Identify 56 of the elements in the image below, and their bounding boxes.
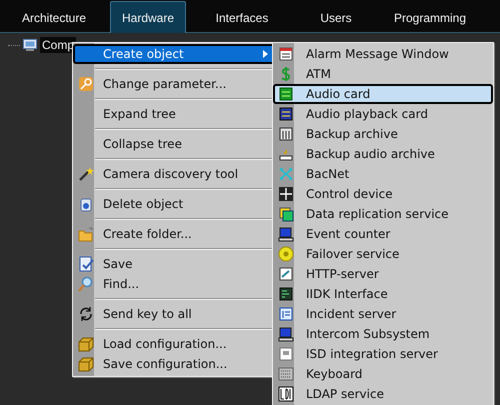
menu-item[interactable]: ATM: [273, 64, 491, 84]
box-icon: [78, 336, 94, 352]
tab[interactable]: Architecture: [16, 1, 92, 33]
list-icon: [278, 46, 294, 62]
move-icon: [278, 186, 294, 202]
keyboard-icon: [278, 366, 294, 382]
menu-item[interactable]: LDAP service: [273, 384, 491, 404]
network-icon: [278, 166, 294, 182]
menu-item[interactable]: Delete object: [73, 194, 276, 214]
refresh-icon: [78, 306, 94, 322]
menu-item[interactable]: Audio card: [273, 84, 493, 104]
menu-item[interactable]: Expand tree: [73, 104, 276, 124]
tab[interactable]: Users: [298, 1, 374, 33]
monitor-icon: [23, 39, 37, 51]
menu-item[interactable]: Control device: [273, 184, 491, 204]
search-icon: [78, 276, 94, 292]
menu-item[interactable]: Backup archive: [273, 124, 491, 144]
database-icon: [278, 206, 294, 222]
menu-item[interactable]: Keyboard: [273, 364, 491, 384]
menu-item[interactable]: IIDK Interface: [273, 284, 491, 304]
menu-item[interactable]: HTTP-server: [273, 264, 491, 284]
ldap-icon: [278, 386, 294, 402]
document-icon: [278, 266, 294, 282]
menu-item[interactable]: Camera discovery tool: [73, 164, 276, 184]
menu-item[interactable]: Change parameter...: [73, 74, 276, 94]
box-icon: [78, 356, 94, 372]
menu-item[interactable]: Backup audio archive: [273, 144, 491, 164]
document-icon: [78, 256, 94, 272]
window-icon: [278, 346, 294, 362]
tab[interactable]: Interfaces: [204, 1, 280, 33]
menu-item[interactable]: Incident server: [273, 304, 491, 324]
menu-item[interactable]: Load configuration...: [73, 334, 276, 354]
monitor-icon: [278, 326, 294, 342]
menu-item[interactable]: Audio playback card: [273, 104, 491, 124]
menu-item[interactable]: BacNet: [273, 164, 491, 184]
menu-item[interactable]: Data replication service: [273, 204, 491, 224]
menu-item[interactable]: Find...: [73, 274, 276, 294]
list-icon: [278, 306, 294, 322]
gear-icon: [278, 246, 294, 262]
menu-item[interactable]: Failover service: [273, 244, 491, 264]
menu-item[interactable]: Save configuration...: [73, 354, 276, 374]
menu-item[interactable]: Save: [73, 254, 276, 274]
tab[interactable]: Hardware: [110, 1, 186, 33]
terminal-icon: [278, 286, 294, 302]
menu-item[interactable]: Create folder...: [73, 224, 276, 244]
wand-icon: [78, 166, 94, 182]
menu-item[interactable]: Collapse tree: [73, 134, 276, 154]
menu-item[interactable]: Event counter: [273, 224, 491, 244]
archive-icon: [278, 126, 294, 142]
key-icon: [78, 76, 94, 92]
menu-item[interactable]: Send key to all: [73, 304, 276, 324]
menu-item[interactable]: Intercom Subsystem: [273, 324, 491, 344]
folder-icon: [78, 226, 94, 242]
monitor-icon: [278, 226, 294, 242]
tab[interactable]: Programming: [392, 1, 468, 33]
menu-item[interactable]: ISD integration server: [273, 344, 491, 364]
